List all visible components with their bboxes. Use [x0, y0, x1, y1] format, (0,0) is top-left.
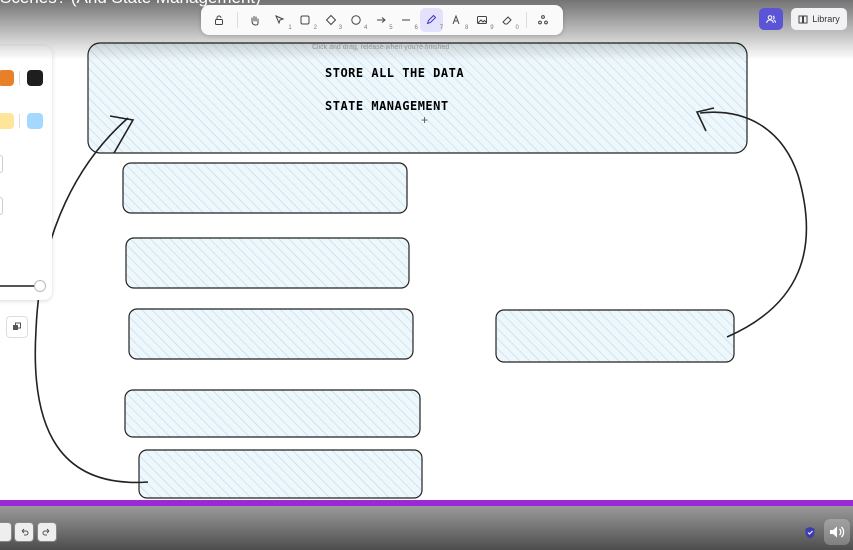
library-button[interactable]: Library: [791, 8, 847, 30]
toolbar-divider: [237, 12, 239, 28]
color-swatch-yellow[interactable]: [0, 113, 14, 129]
properties-panel: [0, 46, 52, 338]
swatch-divider: [19, 71, 20, 85]
shortcut-number: 9: [490, 25, 494, 31]
scene-box-right[interactable]: [495, 309, 735, 363]
library-label: Library: [812, 14, 840, 24]
shortcut-number: 6: [414, 25, 418, 31]
shortcut-number: 3: [338, 25, 343, 31]
color-swatch-orange[interactable]: [0, 70, 14, 86]
whiteboard-canvas[interactable]: STORE ALL THE DATA STATE MANAGEMENT: [0, 0, 853, 500]
scene-box[interactable]: [138, 449, 423, 499]
shortcut-number: 8: [464, 25, 469, 31]
drawing-toolbar: 1 2 3 4 5 6 7 8 9 0: [201, 5, 563, 35]
book-icon: [798, 15, 808, 24]
lock-icon[interactable]: [207, 8, 230, 32]
volume-button[interactable]: [824, 519, 850, 545]
shortcut-number: 4: [364, 25, 368, 31]
scene-box[interactable]: [124, 389, 421, 438]
opacity-slider-thumb[interactable]: [34, 280, 46, 292]
shortcut-number: 7: [439, 25, 444, 31]
store-all-data-text[interactable]: STORE ALL THE DATA: [325, 66, 464, 80]
stroke-option-button[interactable]: [0, 155, 3, 173]
draw-icon[interactable]: 7: [419, 8, 444, 32]
canvas-menu-button[interactable]: [0, 522, 12, 542]
shortcut-number: 2: [313, 25, 317, 31]
color-swatch-blue[interactable]: [27, 113, 43, 129]
shortcut-number: 0: [515, 25, 519, 31]
eraser-icon[interactable]: 0: [496, 8, 519, 32]
cursor-crosshair: +: [421, 113, 429, 127]
hand-icon[interactable]: [243, 8, 266, 32]
scene-box[interactable]: [125, 237, 410, 289]
redo-icon: [42, 528, 50, 536]
scene-box[interactable]: [128, 308, 414, 360]
state-management-text[interactable]: STATE MANAGEMENT: [325, 99, 449, 113]
drawing-hint: Click and drag, release when you're fini…: [312, 44, 450, 51]
layers-icon: [13, 322, 21, 330]
users-icon: [766, 15, 776, 24]
ellipse-icon[interactable]: 4: [344, 8, 367, 32]
rectangle-icon[interactable]: 2: [294, 8, 317, 32]
image-icon[interactable]: 9: [470, 8, 494, 32]
more-tools-icon[interactable]: [532, 8, 555, 32]
swatch-divider: [19, 114, 20, 128]
color-swatch-black[interactable]: [27, 70, 43, 86]
shortcut-number: 1: [288, 25, 292, 31]
shortcut-number: 5: [389, 25, 393, 31]
shield-icon[interactable]: [804, 526, 816, 539]
volume-icon: [830, 526, 845, 538]
video-controls-bar: [0, 506, 853, 550]
state-management-box[interactable]: [87, 42, 748, 154]
line-icon[interactable]: 6: [395, 8, 418, 32]
toolbar-divider: [525, 12, 527, 28]
undo-icon: [21, 528, 29, 536]
collaborate-button[interactable]: [759, 8, 783, 30]
redo-button[interactable]: [37, 522, 57, 542]
text-icon[interactable]: 8: [445, 8, 468, 32]
undo-button[interactable]: [14, 522, 34, 542]
stroke-option-button[interactable]: [0, 197, 3, 215]
arrow-icon[interactable]: 5: [369, 8, 393, 32]
diamond-icon[interactable]: 3: [319, 8, 342, 32]
scene-box[interactable]: [122, 162, 408, 214]
selection-icon[interactable]: 1: [268, 8, 292, 32]
layer-send-button[interactable]: [6, 316, 28, 338]
